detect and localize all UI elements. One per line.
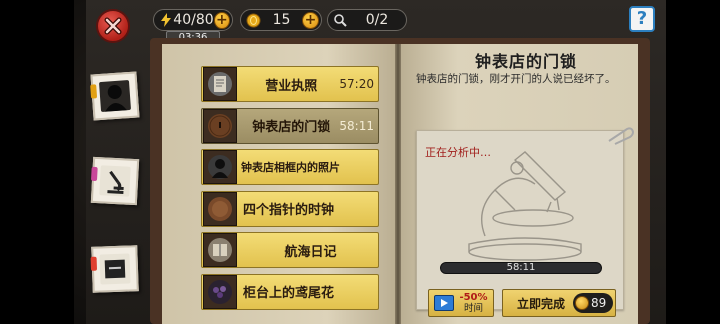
finish-cost-value: 89 (591, 296, 607, 310)
coin-icon (245, 12, 261, 28)
list-item-label: 钟表店相框内的照片 (241, 161, 340, 174)
pin-icon (90, 84, 98, 99)
microscope-icon (468, 151, 582, 261)
add-energy-button[interactable]: + (213, 11, 230, 29)
list-item[interactable]: 营业执照 57:20 (201, 66, 379, 102)
ad-button-text: -50% 时间 (454, 292, 493, 314)
book-spine (395, 44, 401, 324)
list-item-label: 钟表店的门锁 (252, 120, 331, 135)
close-icon (104, 17, 122, 35)
left-letterbox (0, 0, 74, 324)
tab-evidence-analysis[interactable] (90, 156, 140, 206)
list-item[interactable]: 四个指针的时钟 (201, 190, 379, 227)
add-coins-button[interactable]: + (302, 11, 319, 29)
finish-now-button[interactable]: 立即完成 89 (502, 289, 616, 317)
coin-icon (575, 296, 589, 310)
list-item-time: 57:20 (339, 77, 374, 91)
help-button[interactable]: ? (629, 6, 655, 32)
finish-cost-badge: 89 (573, 293, 613, 313)
microscope-icon (99, 165, 131, 197)
list-item-selected[interactable]: 钟表店的门锁 58:11 (201, 107, 379, 144)
clue-value: 0/2 (365, 12, 389, 28)
list-item-time: 58:11 (339, 118, 374, 133)
pin-icon (90, 256, 98, 271)
license-icon (203, 67, 237, 101)
tab-suspects[interactable] (90, 71, 140, 121)
tab-law[interactable] (90, 245, 139, 293)
list-item-label: 营业执照 (265, 78, 318, 94)
ad-discount: -50% (459, 292, 488, 303)
ad-sub-label: 时间 (463, 303, 483, 314)
analysis-progress-bar: 58:11 (440, 262, 602, 274)
door-lock-icon (203, 108, 237, 143)
evidence-description: 钟表店的门锁，刚才开门的人说已经坏了。 (416, 73, 616, 85)
photo-frame-icon (203, 150, 237, 184)
clue-counter: 0/2 (327, 9, 407, 31)
pin-icon (90, 166, 98, 182)
finish-now-label: 立即完成 (517, 296, 566, 311)
lightning-icon (158, 12, 173, 28)
paperclip-icon (605, 125, 635, 145)
list-item[interactable]: 柜台上的鸢尾花 (201, 273, 379, 310)
video-icon (434, 295, 454, 311)
coin-value: 15 (272, 12, 291, 28)
evidence-title: 钟表店的门锁 (474, 52, 577, 71)
evidence-list: 营业执照 57:20 钟表店的门锁 58:11 钟表店相框内的照片 四个指针的时… (201, 66, 379, 315)
energy-value: 40/80 (173, 12, 214, 28)
iris-flower-icon (203, 274, 237, 309)
energy-counter: 40/80 + (153, 9, 233, 31)
game-screen: 40/80 + 03:36 15 + 0/2 ? (0, 0, 720, 324)
watch-ad-speedup-button[interactable]: -50% 时间 (428, 289, 494, 317)
close-button[interactable] (96, 9, 130, 43)
list-item[interactable]: 钟表店相框内的照片 (201, 149, 379, 185)
coin-counter: 15 + (240, 9, 322, 31)
list-item-label: 航海日记 (284, 244, 337, 260)
law-book-icon (99, 253, 131, 285)
list-item[interactable]: 航海日记 (201, 232, 379, 268)
diary-icon (203, 233, 237, 267)
list-item-label: 四个指针的时钟 (243, 203, 335, 218)
silhouette-icon (98, 79, 132, 113)
clock-icon (203, 191, 237, 226)
magnifier-icon (332, 12, 348, 28)
list-item-label: 柜台上的鸢尾花 (243, 286, 335, 301)
